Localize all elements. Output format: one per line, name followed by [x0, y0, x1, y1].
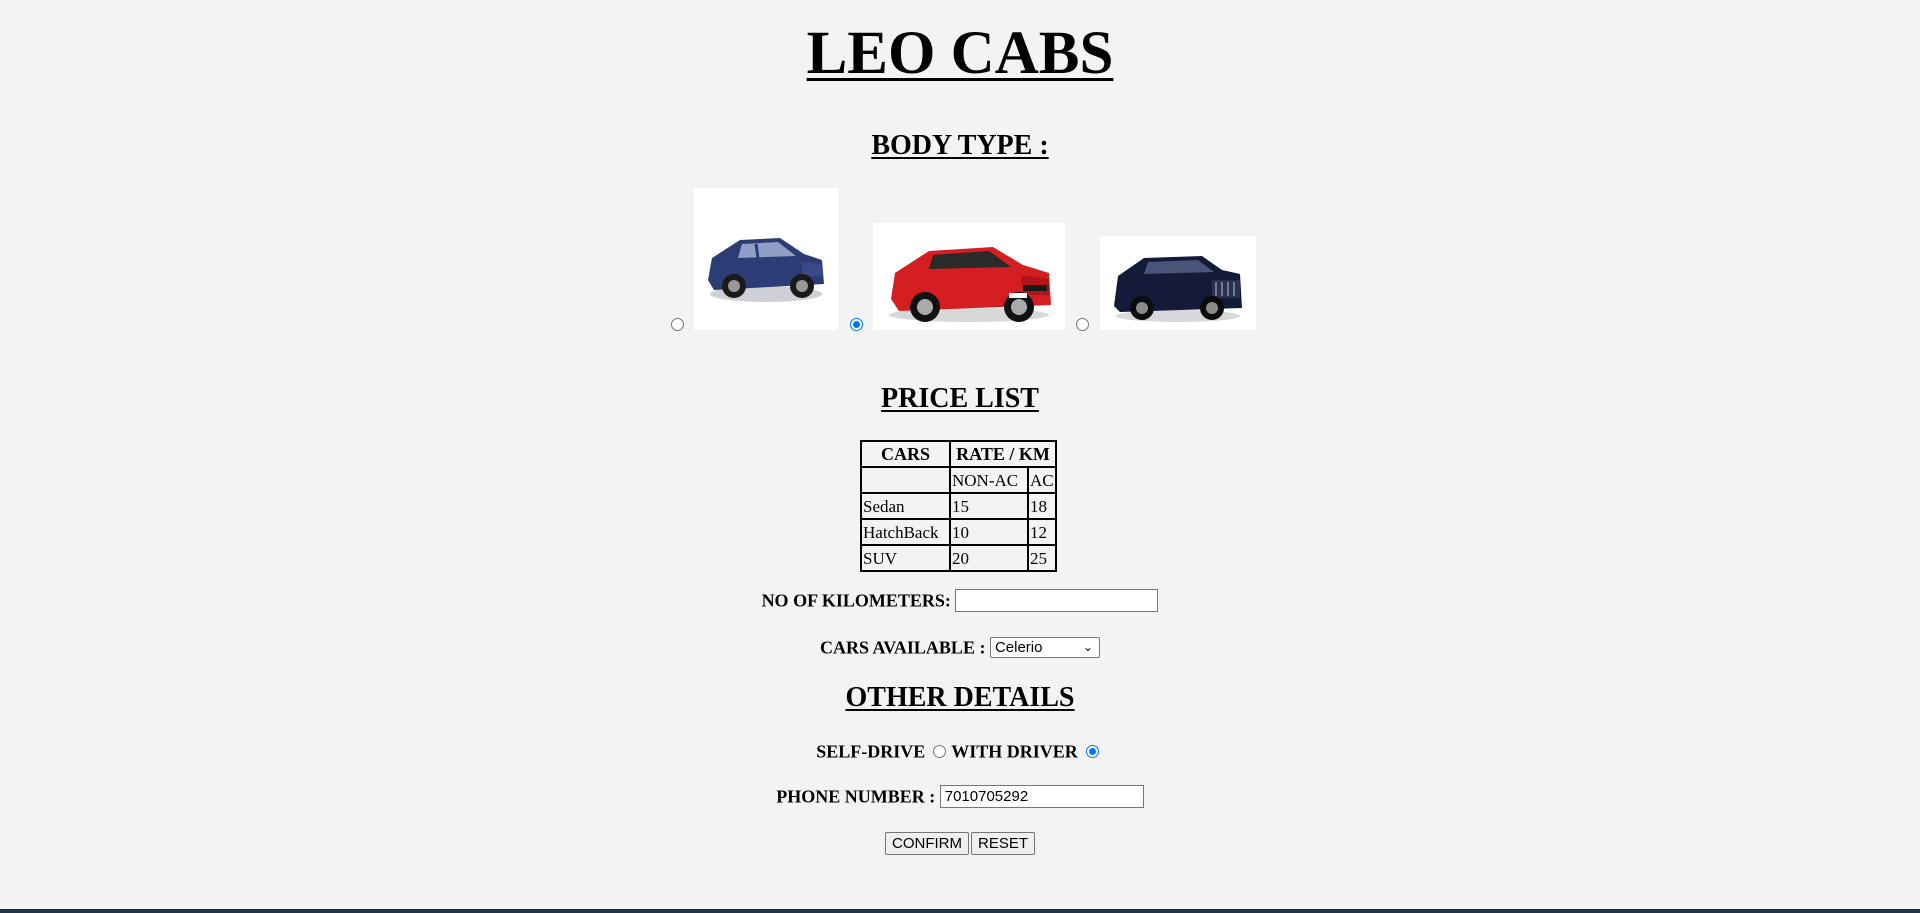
drive-option-row: SELF-DRIVE WITH DRIVER — [0, 740, 1920, 762]
ac-cell: 12 — [1028, 519, 1056, 545]
kilometers-input[interactable] — [955, 589, 1159, 613]
non-ac-cell: 10 — [950, 519, 1028, 545]
car-cell: SUV — [861, 545, 950, 571]
ac-cell: 25 — [1028, 545, 1056, 571]
price-list-heading: PRICE LIST — [881, 383, 1039, 414]
bottom-bar — [0, 909, 1920, 913]
reset-button[interactable]: RESET — [970, 832, 1035, 856]
page: LEO CABS BODY TYPE : PRICE LIST CARS RAT… — [0, 0, 1920, 913]
hatchback-car-image — [873, 223, 1065, 330]
button-row: CONFIRM RESET — [0, 832, 1920, 856]
radio-sedan[interactable] — [671, 318, 684, 331]
kilometers-label: NO OF KILOMETERS: — [761, 590, 951, 611]
ac-cell: 18 — [1028, 493, 1056, 519]
table-row: Sedan 15 18 — [861, 493, 1056, 519]
non-ac-cell: 20 — [950, 545, 1028, 571]
body-type-heading: BODY TYPE : — [871, 130, 1049, 161]
kilometers-row: NO OF KILOMETERS: — [0, 589, 1920, 613]
chevron-down-icon: ⌄ — [1082, 640, 1093, 655]
cars-available-label: CARS AVAILABLE : — [820, 637, 986, 658]
self-drive-radio[interactable] — [933, 745, 947, 759]
header-rate-per-km: RATE / KM — [950, 441, 1056, 467]
phone-input[interactable]: 7010705292 — [939, 785, 1144, 809]
self-drive-label: SELF-DRIVE — [816, 741, 926, 762]
cars-available-row: CARS AVAILABLE : Celerio ⌄ — [0, 636, 1920, 659]
radio-suv[interactable] — [1076, 318, 1089, 331]
car-cell: HatchBack — [861, 519, 950, 545]
header-cars: CARS — [861, 441, 950, 467]
table-header-row: CARS RATE / KM — [861, 441, 1056, 467]
with-driver-label: WITH DRIVER — [951, 741, 1078, 762]
price-table: CARS RATE / KM NON-AC AC Sedan 15 18 Hat… — [860, 440, 1057, 572]
table-row: SUV 20 25 — [861, 545, 1056, 571]
table-subheader-row: NON-AC AC — [861, 467, 1056, 493]
confirm-button[interactable]: CONFIRM — [884, 832, 969, 856]
empty-cell — [861, 467, 950, 493]
with-driver-radio[interactable] — [1085, 745, 1099, 759]
cars-available-value: Celerio — [994, 639, 1043, 657]
phone-row: PHONE NUMBER : 7010705292 — [0, 785, 1920, 809]
car-cell: Sedan — [861, 493, 950, 519]
phone-label: PHONE NUMBER : — [776, 786, 936, 807]
page-title: LEO CABS — [806, 20, 1114, 87]
cars-available-select[interactable]: Celerio ⌄ — [989, 637, 1100, 659]
other-details-heading: OTHER DETAILS — [845, 682, 1075, 713]
sedan-car-image — [694, 188, 838, 330]
table-row: HatchBack 10 12 — [861, 519, 1056, 545]
subheader-non-ac: NON-AC — [950, 467, 1028, 493]
subheader-ac: AC — [1028, 467, 1056, 493]
radio-hatchback[interactable] — [850, 318, 863, 331]
non-ac-cell: 15 — [950, 493, 1028, 519]
suv-car-image — [1100, 236, 1256, 330]
